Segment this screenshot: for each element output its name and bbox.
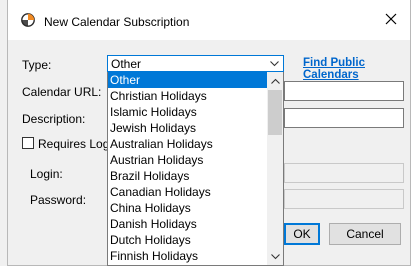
calendar-url-label: Calendar URL: [22, 85, 102, 99]
dropdown-option[interactable]: Jewish Holidays [108, 120, 268, 136]
type-dropdown-list[interactable]: Other Christian Holidays Islamic Holidays J… [107, 72, 284, 266]
calendar-app-icon [21, 13, 35, 27]
ok-button[interactable]: OK [284, 223, 320, 245]
type-label: Type: [22, 58, 52, 72]
password-input[interactable] [284, 189, 404, 209]
dropdown-option[interactable]: Other [108, 72, 268, 88]
dropdown-option[interactable]: Danish Holidays [108, 216, 268, 232]
window-title: New Calendar Subscription [44, 15, 190, 29]
dropdown-option[interactable]: Finnish Holidays [108, 248, 268, 264]
description-input[interactable] [284, 108, 404, 128]
scroll-up-icon[interactable] [267, 74, 283, 88]
dropdown-option[interactable]: Australian Holidays [108, 136, 268, 152]
dropdown-option[interactable]: China Holidays [108, 200, 268, 216]
dropdown-option[interactable]: Islamic Holidays [108, 104, 268, 120]
dropdown-option[interactable]: Dutch Holidays [108, 232, 268, 248]
type-select-value: Other [111, 57, 142, 71]
find-public-calendars-link[interactable]: Find Public Calendars [303, 57, 411, 81]
title-bar: New Calendar Subscription [8, 0, 410, 40]
new-calendar-subscription-dialog: New Calendar Subscription Type: Other Fi… [0, 0, 411, 266]
calendar-url-input[interactable] [284, 81, 404, 101]
cancel-button[interactable]: Cancel [329, 223, 401, 245]
requires-login-checkbox[interactable] [22, 137, 34, 149]
dropdown-scrollbar[interactable] [267, 72, 283, 265]
type-select[interactable]: Other [107, 55, 284, 72]
scroll-down-icon[interactable] [267, 250, 283, 264]
description-label: Description: [22, 112, 86, 126]
dropdown-option[interactable]: Brazil Holidays [108, 168, 268, 184]
dropdown-option[interactable]: Austrian Holidays [108, 152, 268, 168]
login-label: Login: [30, 167, 63, 181]
password-label: Password: [30, 193, 87, 207]
login-input[interactable] [284, 163, 404, 183]
dropdown-options: Other Christian Holidays Islamic Holidays J… [108, 72, 268, 264]
dropdown-option[interactable]: Canadian Holidays [108, 184, 268, 200]
dropdown-option[interactable]: Christian Holidays [108, 88, 268, 104]
scrollbar-thumb[interactable] [268, 90, 282, 135]
close-icon[interactable] [384, 12, 398, 26]
chevron-down-icon[interactable] [266, 56, 283, 71]
